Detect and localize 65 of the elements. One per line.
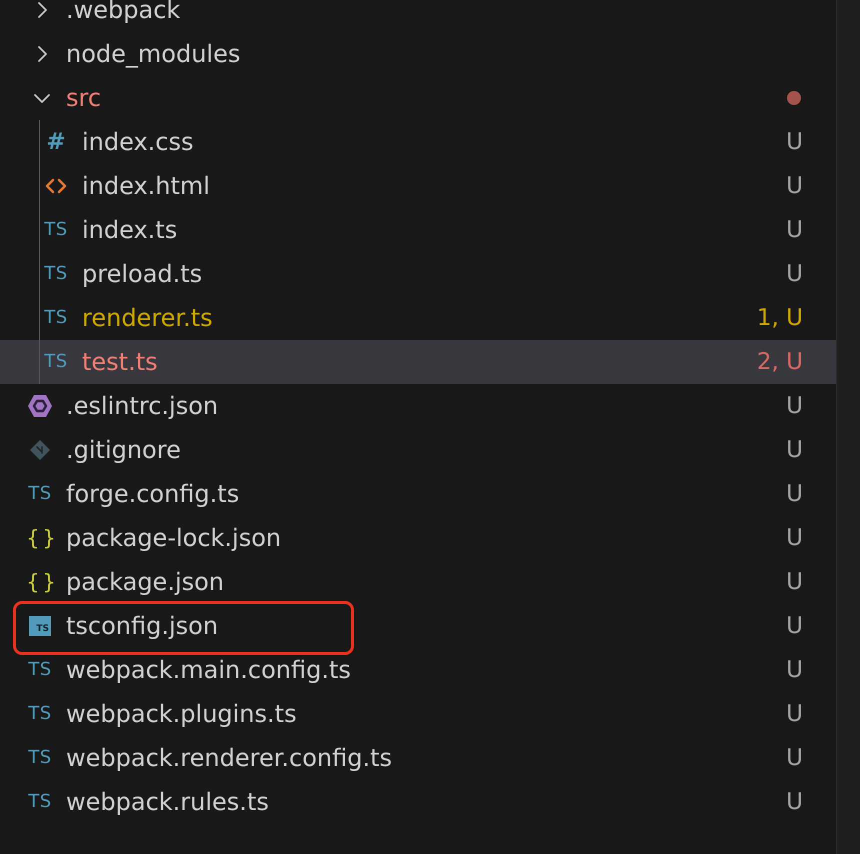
tree-item[interactable]: .eslintrc.json U [0, 384, 836, 428]
diamond-icon [29, 439, 51, 461]
tree-item[interactable]: { } package-lock.json U [0, 516, 836, 560]
tree-item[interactable]: TS webpack.plugins.ts U [0, 692, 836, 736]
git-status: 2, U [756, 348, 803, 377]
file-name: renderer.ts [82, 303, 213, 333]
git-status: U [786, 744, 803, 773]
file-name: index.css [82, 127, 194, 157]
file-name: package.json [66, 567, 224, 597]
file-name: webpack.plugins.ts [66, 699, 297, 729]
git-status: U [786, 260, 803, 289]
tree-item[interactable]: node_modules [0, 32, 836, 76]
tree-item[interactable]: TS webpack.renderer.config.ts U [0, 736, 836, 780]
folder-name: .webpack [66, 0, 180, 25]
file-name: index.html [82, 171, 210, 201]
git-status: U [786, 568, 803, 597]
ts-square-icon: TS [29, 616, 51, 636]
folder-name: src [66, 83, 102, 113]
git-status: 1, U [756, 304, 803, 333]
git-status: U [786, 788, 803, 817]
tree-item[interactable]: .gitignore U [0, 428, 836, 472]
git-status: U [786, 480, 803, 509]
ts-icon: TS [44, 353, 68, 371]
ts-icon: TS [28, 661, 52, 679]
file-name: test.ts [82, 347, 158, 377]
file-name: package-lock.json [66, 523, 282, 553]
git-status: U [786, 128, 803, 157]
git-status: U [786, 524, 803, 553]
git-status: U [786, 436, 803, 465]
tree-item[interactable]: TS test.ts 2, U [0, 340, 836, 384]
file-name: tsconfig.json [66, 611, 218, 641]
ts-icon: TS [28, 749, 52, 767]
ts-icon: TS [44, 221, 68, 239]
git-status: U [786, 392, 803, 421]
git-status: U [786, 172, 803, 201]
tree-item[interactable]: src [0, 76, 836, 120]
tree-item[interactable]: TS webpack.main.config.ts U [0, 648, 836, 692]
tree-item[interactable]: { } package.json U [0, 560, 836, 604]
file-name: webpack.main.config.ts [66, 655, 351, 685]
file-name: webpack.renderer.config.ts [66, 743, 392, 773]
file-name: webpack.rules.ts [66, 787, 269, 817]
tree-item[interactable]: TS webpack.rules.ts U [0, 780, 836, 824]
tree-item[interactable]: .webpack [0, 0, 836, 32]
ts-icon: TS [44, 265, 68, 283]
file-name: preload.ts [82, 259, 202, 289]
angle-brackets-icon [45, 178, 67, 194]
file-name: .eslintrc.json [66, 391, 218, 421]
file-name: index.ts [82, 215, 178, 245]
tree-item[interactable]: TS tsconfig.json U [0, 604, 836, 648]
ts-icon: TS [28, 793, 52, 811]
braces-icon: { } [26, 528, 54, 548]
tree-item[interactable]: TS forge.config.ts U [0, 472, 836, 516]
hash-icon: # [46, 130, 66, 154]
ts-icon: TS [28, 705, 52, 723]
braces-icon: { } [26, 572, 54, 592]
git-status: U [786, 612, 803, 641]
ts-icon: TS [44, 309, 68, 327]
file-name: .gitignore [66, 435, 181, 465]
git-status: U [786, 216, 803, 245]
file-name: forge.config.ts [66, 479, 240, 509]
hexagon-icon [28, 395, 52, 417]
git-status: U [786, 656, 803, 685]
folder-name: node_modules [66, 39, 240, 69]
ts-icon: TS [28, 485, 52, 503]
git-status: U [786, 700, 803, 729]
